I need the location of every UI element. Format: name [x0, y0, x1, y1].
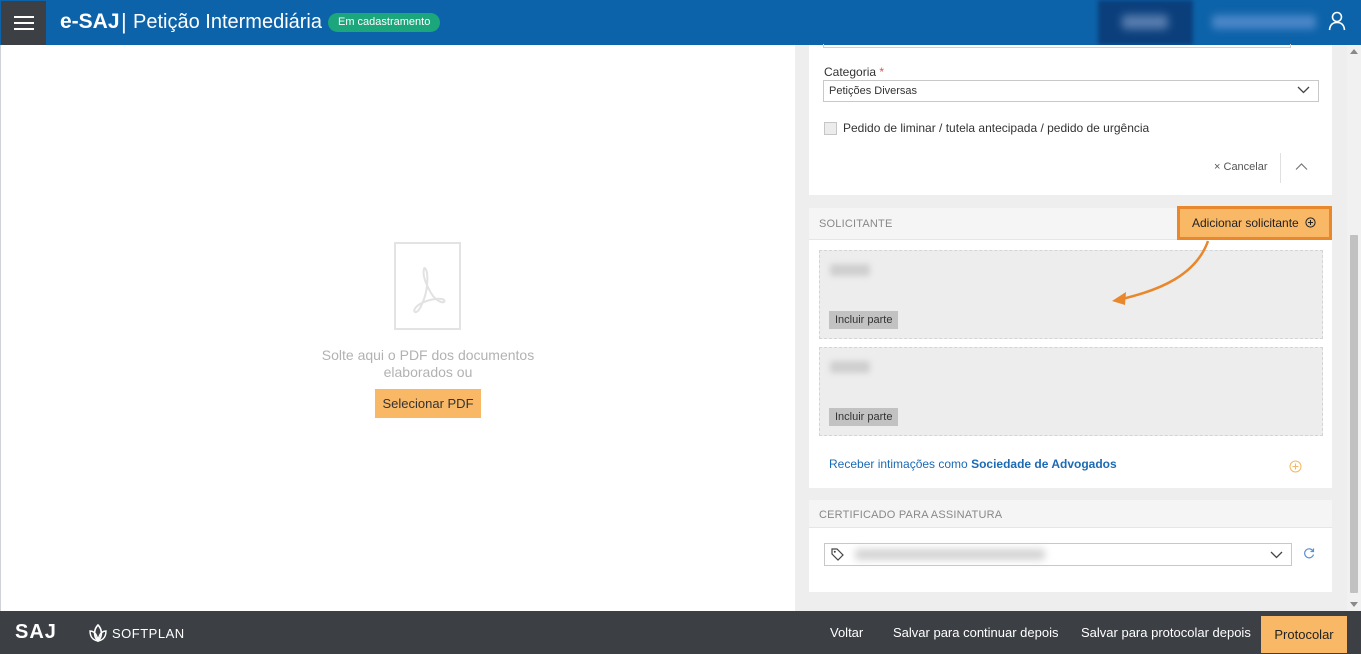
previous-field[interactable]: [823, 44, 1291, 48]
chevron-down-icon: [1270, 551, 1283, 559]
section-title: CERTIFICADO PARA ASSINATURA: [819, 509, 1003, 521]
include-party-button[interactable]: Incluir parte: [829, 408, 899, 426]
party-box: Incluir parte: [819, 250, 1323, 339]
include-party-button[interactable]: Incluir parte: [829, 311, 899, 329]
page-title: Petição Intermediária: [133, 11, 322, 33]
title-separator: |: [121, 9, 127, 34]
certificado-header: CERTIFICADO PARA ASSINATURA: [809, 500, 1332, 528]
certificado-card: CERTIFICADO PARA ASSINATURA: [809, 500, 1332, 592]
tag-icon: [831, 548, 844, 561]
categoria-card: Categoria * Petições Diversas Pedido de …: [809, 44, 1332, 195]
receber-intimacoes-link[interactable]: Receber intimações como Sociedade de Adv…: [829, 457, 1117, 471]
salvar-continuar-button[interactable]: Salvar para continuar depois: [893, 611, 1059, 654]
certificado-select[interactable]: [824, 543, 1292, 566]
select-pdf-button[interactable]: Selecionar PDF: [375, 389, 481, 418]
categoria-value: Petições Diversas: [829, 85, 918, 97]
chevron-up-icon[interactable]: [1295, 162, 1308, 171]
redacted-area: [1098, 0, 1193, 45]
pdf-drop-zone[interactable]: Solte aqui o PDF dos documentos elaborad…: [0, 45, 795, 611]
redacted-party-name: [830, 361, 870, 373]
close-icon: ×: [1214, 161, 1221, 173]
form-panel: Categoria * Petições Diversas Pedido de …: [795, 44, 1347, 611]
categoria-label: Categoria *: [824, 65, 885, 79]
status-badge: Em cadastramento: [328, 13, 441, 32]
liminar-label: Pedido de liminar / tutela antecipada / …: [843, 121, 1150, 135]
protocolar-button[interactable]: Protocolar: [1261, 616, 1347, 653]
solicitante-card: SOLICITANTE Adicionar solicitante Inclui…: [809, 206, 1332, 488]
add-solicitante-button[interactable]: Adicionar solicitante: [1177, 206, 1332, 240]
app-brand: e-SAJ: [60, 10, 120, 33]
footer: SAJ SOFTPLAN Voltar Salvar para continua…: [0, 611, 1361, 654]
required-marker: *: [879, 65, 885, 79]
scroll-thumb[interactable]: [1350, 235, 1358, 593]
categoria-select[interactable]: Petições Diversas: [823, 80, 1319, 102]
softplan-logo-icon: [89, 623, 107, 643]
cancel-button[interactable]: × Cancelar: [1214, 161, 1268, 173]
softplan-logo: SOFTPLAN: [112, 626, 185, 641]
redacted-certificate: [855, 549, 1045, 560]
scroll-up-arrow-icon[interactable]: [1350, 49, 1358, 54]
party-box: Incluir parte: [819, 347, 1323, 436]
chevron-down-icon: [1297, 86, 1310, 94]
plus-circle-icon[interactable]: [1289, 460, 1302, 473]
pdf-icon: [394, 242, 461, 330]
section-title: SOLICITANTE: [819, 218, 893, 230]
saj-logo: SAJ: [15, 621, 57, 643]
divider: [1280, 153, 1281, 183]
salvar-protocolar-button[interactable]: Salvar para protocolar depois: [1081, 611, 1251, 654]
top-bar: e-SAJ | Petição Intermediária Em cadastr…: [0, 0, 1361, 45]
liminar-row: Pedido de liminar / tutela antecipada / …: [824, 121, 1149, 135]
redacted-user-name: [1212, 15, 1316, 29]
refresh-icon[interactable]: [1303, 547, 1315, 559]
scroll-down-arrow-icon[interactable]: [1350, 602, 1358, 607]
redacted-party-name: [830, 264, 870, 276]
liminar-checkbox[interactable]: [824, 121, 837, 135]
drop-instructions: Solte aqui o PDF dos documentos elaborad…: [321, 347, 535, 380]
menu-icon[interactable]: [1, 1, 46, 45]
voltar-button[interactable]: Voltar: [830, 611, 863, 654]
scrollbar[interactable]: [1347, 45, 1361, 611]
plus-circle-icon: [1305, 217, 1316, 228]
user-icon[interactable]: [1328, 11, 1346, 31]
